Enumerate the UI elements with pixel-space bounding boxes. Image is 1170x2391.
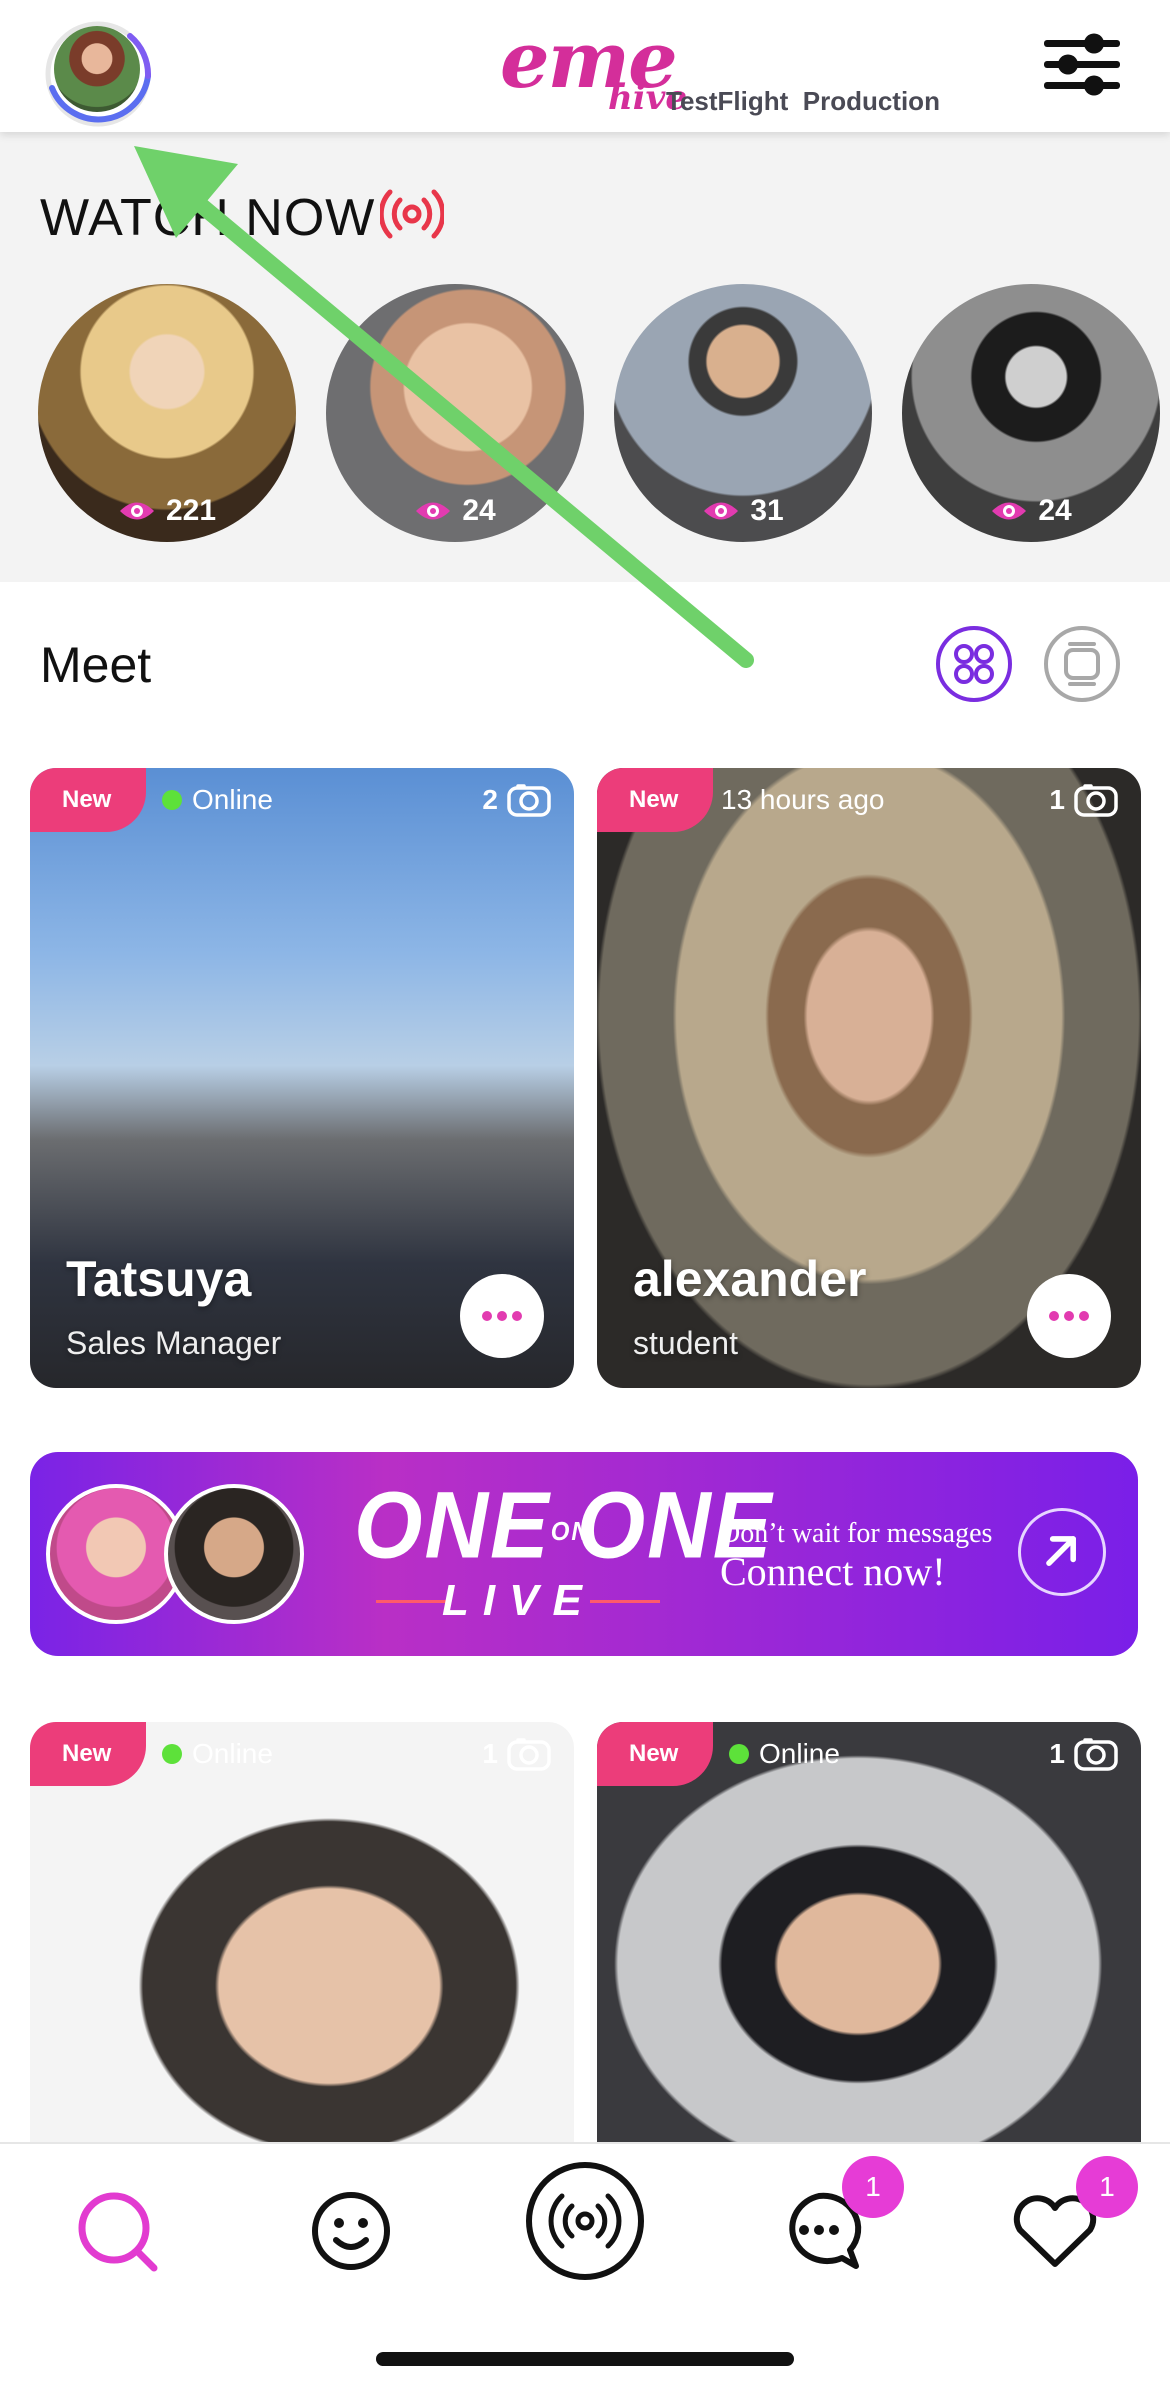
chat-dots-icon [482,1311,522,1321]
watch-now-section: WATCH NOW 221 24 31 24 [0,132,1170,582]
new-badge: New [597,768,713,832]
watch-now-title: WATCH NOW [40,189,376,247]
live-text: LIVE [442,1576,596,1625]
testflight-label: TestFlight [666,86,789,116]
viewer-count: 24 [902,494,1160,528]
live-broadcast-icon [526,2162,644,2280]
live-stream-bubble[interactable]: 24 [902,284,1160,542]
last-seen-status: 13 hours ago [721,784,884,816]
eye-icon [416,502,451,520]
camera-icon [1074,784,1118,817]
eye-icon [704,502,739,520]
filter-button[interactable] [1040,30,1124,100]
new-badge: New [30,768,146,832]
banner-avatar [164,1484,304,1624]
profile-card[interactable]: New Online 2 Tatsuya Sales Manager [30,768,574,1388]
viewer-count-value: 221 [165,494,217,527]
grid-view-icon [954,644,994,684]
status-text: Online [759,1738,840,1769]
one-on-one-title: ONEONONE [354,1470,773,1580]
profile-name: alexander [633,1251,867,1307]
view-count-value: 1 [1049,1738,1065,1769]
card-view-button[interactable] [1044,626,1120,702]
home-indicator [376,2352,794,2366]
viewer-count: 24 [326,494,584,528]
viewer-count-value: 24 [1038,494,1072,527]
messages-badge: 1 [842,2156,904,2218]
tab-live[interactable] [522,2158,648,2284]
sliders-icon [1044,33,1120,96]
online-status: Online [729,1738,840,1770]
message-button[interactable] [460,1274,544,1358]
meet-title: Meet [40,637,152,693]
online-dot-icon [729,1744,749,1764]
live-stream-bubble[interactable]: 221 [38,284,296,542]
app-logo: eme hive TestFlight Production [500,22,940,122]
eye-icon [119,502,154,520]
profile-job: student [633,1325,738,1361]
status-text: Online [192,784,273,815]
likes-badge: 1 [1076,2156,1138,2218]
viewer-count-value: 24 [462,494,496,527]
banner-tagline-small: Don’t wait for messages [720,1518,993,1549]
online-status: Online [162,1738,273,1770]
top-bar: eme hive TestFlight Production [0,0,1170,132]
viewer-count: 31 [614,494,872,528]
smiley-icon [312,2192,390,2270]
live-divider-right [590,1600,660,1603]
profile-job: Sales Manager [66,1325,282,1361]
profile-card[interactable]: New Online 1 [30,1722,574,2162]
view-count: 1 [482,1736,552,1772]
connect-now-button[interactable] [1018,1508,1106,1596]
status-text: 13 hours ago [721,784,885,815]
live-broadcast-icon [380,189,444,239]
profile-name: Tatsuya [66,1251,252,1307]
new-badge: New [30,1722,146,1786]
search-icon [78,2192,158,2272]
tab-search[interactable] [62,2176,172,2286]
online-status: Online [162,784,273,816]
camera-icon [507,784,551,817]
live-divider-left [376,1600,446,1603]
online-dot-icon [162,1744,182,1764]
grid-view-button[interactable] [936,626,1012,702]
profile-card[interactable]: New 13 hours ago 1 alexander student [597,768,1141,1388]
banner-tagline-big: Connect now! [720,1549,946,1594]
camera-icon [1074,1738,1118,1771]
viewer-count: 221 [38,494,296,528]
view-count-value: 1 [1049,784,1065,815]
view-count: 1 [1049,782,1119,818]
eye-icon [992,502,1027,520]
online-dot-icon [162,790,182,810]
camera-icon [507,1738,551,1771]
message-button[interactable] [1027,1274,1111,1358]
arrow-up-right-icon [1046,1536,1076,1566]
avatar-image [54,26,140,112]
tab-meet[interactable] [296,2176,406,2286]
new-badge: New [597,1722,713,1786]
viewer-count-value: 31 [750,494,784,527]
view-count-value: 1 [482,1738,498,1769]
one-a-text: ONE [354,1471,551,1578]
profile-card[interactable]: New Online 1 [597,1722,1141,2162]
view-count-value: 2 [482,784,498,815]
chat-dots-icon [1049,1311,1089,1321]
status-text: Online [192,1738,273,1769]
build-label: TestFlight Production [666,86,940,117]
live-stream-bubble[interactable]: 31 [614,284,872,542]
card-view-icon [1064,642,1100,686]
view-count: 1 [1049,1736,1119,1772]
on-text: ON [550,1517,591,1547]
profile-avatar[interactable] [42,18,154,130]
view-count: 2 [482,782,552,818]
live-stream-bubble[interactable]: 24 [326,284,584,542]
one-on-one-live-banner[interactable]: ONEONONE LIVE Don’t wait for messages Co… [30,1452,1138,1656]
production-label: Production [802,86,940,116]
